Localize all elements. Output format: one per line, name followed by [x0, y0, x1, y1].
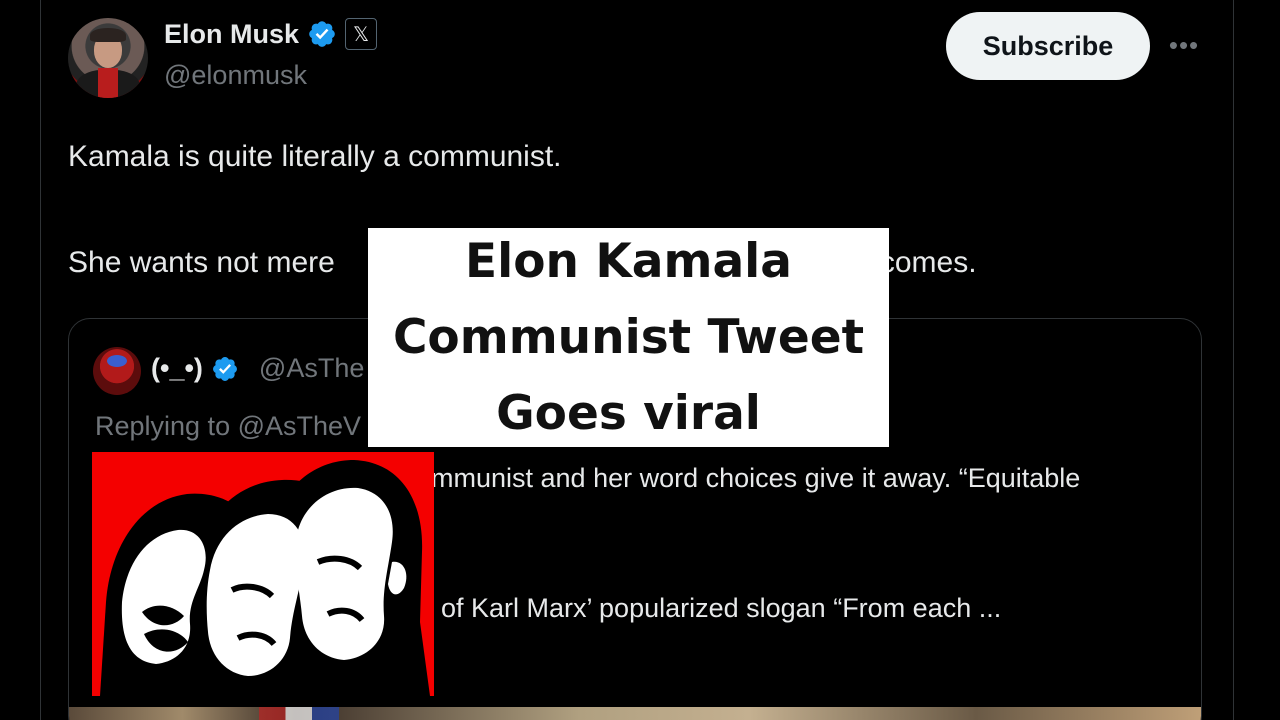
quoted-author-row: (•_•) @AsThe	[151, 353, 364, 384]
author-avatar[interactable]	[68, 18, 148, 98]
replying-to-label[interactable]: Replying to @AsTheV	[95, 411, 361, 442]
x-logo-icon: 𝕏	[345, 18, 378, 50]
subscribe-button[interactable]: Subscribe	[946, 12, 1150, 80]
quoted-text-line2: of Karl Marx’ popularized slogan “From e…	[441, 593, 1002, 623]
author-name-row: Elon Musk 𝕏	[164, 16, 378, 52]
quoted-handle[interactable]: @AsThe	[259, 353, 364, 384]
title-overlay: Elon Kamala Communist Tweet Goes viral	[368, 228, 889, 447]
author-handle[interactable]: @elonmusk	[164, 60, 307, 91]
author-display-name[interactable]: Elon Musk	[164, 19, 299, 50]
quoted-author-avatar[interactable]	[93, 347, 141, 395]
tweet-text-line2-start: She wants not mere	[68, 246, 335, 279]
overlay-line1: Elon Kamala	[465, 233, 792, 289]
overlay-line3: Goes viral	[496, 385, 761, 441]
quoted-media-preview[interactable]	[69, 707, 1201, 720]
quoted-display-name[interactable]: (•_•)	[151, 353, 203, 384]
tweet-text-line1: Kamala is quite literally a communist.	[68, 140, 562, 173]
quoted-text-line1: mmunist and her word choices give it awa…	[431, 463, 1081, 493]
leaders-silhouette-graphic	[92, 452, 434, 696]
verified-badge-icon	[309, 21, 335, 47]
verified-badge-icon	[212, 356, 237, 381]
communist-leaders-image	[92, 452, 434, 696]
overlay-line2: Communist Tweet	[392, 309, 865, 365]
more-options-icon[interactable]: •••	[1166, 30, 1202, 60]
